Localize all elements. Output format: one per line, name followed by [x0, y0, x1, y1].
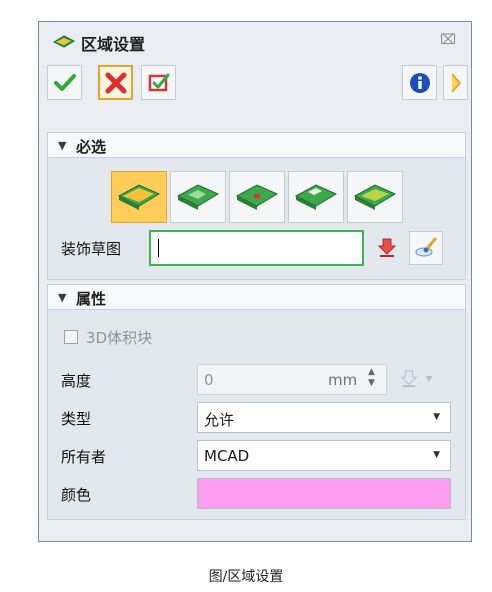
type-select[interactable]: 允许 ▼ [197, 402, 451, 433]
title-bar: 区域设置 ⌧ [39, 22, 471, 60]
pick-arrow-icon-disabled[interactable] [400, 369, 418, 389]
sketch-edit-button[interactable] [409, 231, 443, 265]
close-icon[interactable]: ⌧ [440, 32, 456, 48]
section-required-header[interactable]: ▼ 必选 [47, 132, 466, 158]
height-unit: mm [328, 371, 358, 389]
height-spinner-icon[interactable]: ▲ ▼ [368, 367, 375, 389]
region-sketch-button-1[interactable] [111, 171, 167, 223]
apply-button[interactable] [141, 65, 176, 100]
region-icon [52, 34, 76, 53]
owner-value: MCAD [204, 447, 250, 465]
region-settings-dialog: 区域设置 ⌧ ▼ 必选 装饰草图 ▼ 属性 3D体积块 高度 0 mm ▲ ▼ … [38, 21, 472, 542]
pick-arrow-icon [377, 238, 397, 257]
region-sketch-button-3[interactable] [229, 171, 285, 223]
info-icon [409, 72, 430, 93]
decorative-sketch-input[interactable] [149, 230, 364, 266]
collapse-arrow-icon: ▼ [58, 291, 67, 304]
type-value: 允许 [204, 411, 235, 429]
height-input[interactable]: 0 mm ▲ ▼ [197, 364, 387, 395]
figure-caption: 图/区域设置 [208, 569, 284, 585]
arrow-right-icon [450, 73, 461, 92]
section-required-title: 必选 [76, 138, 107, 156]
section-properties-title: 属性 [76, 290, 107, 308]
section-properties-header[interactable]: ▼ 属性 [47, 284, 466, 310]
apply-icon [148, 73, 169, 91]
ok-button[interactable] [47, 65, 82, 100]
region-sketch-button-2[interactable] [170, 171, 226, 223]
height-value: 0 [204, 371, 214, 389]
check-icon [53, 73, 76, 91]
sketch-label: 装饰草图 [61, 240, 122, 258]
owner-select[interactable]: MCAD ▼ [197, 440, 451, 471]
info-button[interactable] [402, 65, 437, 100]
volume-3d-checkbox[interactable] [64, 330, 78, 344]
pick-dropdown-icon[interactable]: ▼ [426, 374, 432, 383]
color-label: 颜色 [61, 486, 92, 504]
cancel-button[interactable] [98, 65, 133, 100]
more-button[interactable] [443, 65, 468, 100]
dialog-title: 区域设置 [81, 35, 146, 54]
volume-3d-label: 3D体积块 [86, 329, 153, 347]
region-sketch-button-4[interactable] [288, 171, 344, 223]
pick-button[interactable] [370, 231, 404, 265]
chevron-down-icon: ▼ [433, 412, 440, 422]
region-sketch-2-icon [176, 184, 220, 210]
text-caret [158, 239, 159, 257]
color-picker[interactable] [197, 478, 451, 509]
owner-label: 所有者 [61, 448, 107, 466]
height-label: 高度 [61, 372, 92, 390]
region-sketch-4-icon [294, 184, 338, 210]
region-sketch-3-icon [235, 184, 279, 210]
collapse-arrow-icon: ▼ [58, 139, 67, 152]
type-label: 类型 [61, 410, 92, 428]
brush-icon [415, 237, 437, 257]
region-sketch-5-icon [353, 184, 397, 210]
region-sketch-1-icon [117, 184, 161, 210]
chevron-down-icon: ▼ [433, 450, 440, 460]
cross-icon [105, 72, 126, 93]
region-sketch-button-5[interactable] [347, 171, 403, 223]
